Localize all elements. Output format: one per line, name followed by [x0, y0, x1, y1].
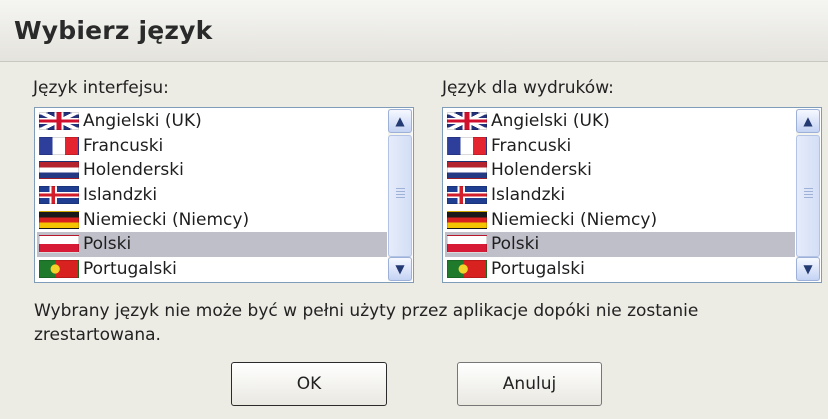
scroll-up-button[interactable]: ▲ [796, 109, 820, 133]
language-label: Niemiecki (Niemcy) [491, 209, 658, 230]
interface-language-listbox[interactable]: Angielski (UK) Francuski Holenderski Isl… [34, 107, 414, 283]
interface-language-item[interactable]: Islandzki [37, 183, 387, 208]
chevron-up-icon: ▲ [803, 114, 813, 128]
language-label: Portugalski [491, 258, 585, 279]
interface-language-item[interactable]: Angielski (UK) [37, 109, 387, 134]
interface-language-item[interactable]: Niemiecki (Niemcy) [37, 207, 387, 232]
chevron-up-icon: ▲ [395, 114, 405, 128]
print-language-item[interactable]: Holenderski [445, 158, 795, 183]
print-language-item[interactable]: Portugalski [445, 257, 795, 282]
flag-pt-icon [39, 259, 79, 278]
print-language-item-selected[interactable]: Polski [445, 231, 795, 257]
cancel-button[interactable]: Anuluj [457, 362, 602, 406]
print-language-label: Język dla wydruków: [442, 78, 614, 98]
language-label: Portugalski [83, 258, 177, 279]
scroll-thumb[interactable] [388, 135, 412, 257]
interface-language-items: Angielski (UK) Francuski Holenderski Isl… [37, 109, 387, 281]
interface-language-item[interactable]: Holenderski [37, 158, 387, 183]
language-label: Polski [491, 234, 540, 255]
flag-pl-icon [39, 235, 79, 254]
interface-language-label: Język interfejsu: [33, 78, 169, 98]
print-language-item[interactable]: Niemiecki (Niemcy) [445, 207, 795, 232]
flag-fr-icon [447, 136, 487, 155]
language-label: Francuski [491, 135, 572, 156]
flag-fr-icon [39, 136, 79, 155]
print-language-items: Angielski (UK) Francuski Holenderski Isl… [445, 109, 795, 281]
print-language-item[interactable]: Francuski [445, 134, 795, 159]
chevron-down-icon: ▼ [803, 262, 813, 276]
flag-is-icon [447, 186, 487, 205]
interface-language-item[interactable]: Francuski [37, 134, 387, 159]
flag-nl-icon [39, 161, 79, 180]
dialog-title: Wybierz język [14, 16, 213, 45]
language-label: Niemiecki (Niemcy) [83, 209, 250, 230]
language-label: Holenderski [83, 160, 184, 181]
interface-language-item[interactable]: Portugalski [37, 257, 387, 282]
restart-notice: Wybrany język nie może być w pełni użyty… [34, 301, 699, 345]
language-label: Francuski [83, 135, 164, 156]
scroll-thumb[interactable] [796, 135, 820, 257]
language-label: Islandzki [83, 185, 158, 206]
scroll-up-button[interactable]: ▲ [388, 109, 412, 133]
print-language-item[interactable]: Angielski (UK) [445, 109, 795, 134]
interface-language-item-selected[interactable]: Polski [37, 231, 387, 257]
flag-is-icon [39, 186, 79, 205]
grip-icon [804, 188, 813, 198]
interface-language-scrollbar[interactable]: ▲ ▼ [388, 109, 412, 281]
flag-de-icon [447, 210, 487, 229]
flag-uk-icon [39, 112, 79, 131]
dialog-titlebar: Wybierz język [0, 0, 828, 62]
ok-button[interactable]: OK [231, 362, 387, 406]
language-label: Polski [83, 234, 132, 255]
flag-pt-icon [447, 259, 487, 278]
flag-de-icon [39, 210, 79, 229]
language-label: Holenderski [491, 160, 592, 181]
language-label: Angielski (UK) [83, 111, 202, 132]
flag-nl-icon [447, 161, 487, 180]
chevron-down-icon: ▼ [395, 262, 405, 276]
scroll-down-button[interactable]: ▼ [796, 257, 820, 281]
grip-icon [396, 188, 405, 198]
print-language-scrollbar[interactable]: ▲ ▼ [796, 109, 820, 281]
flag-pl-icon [447, 235, 487, 254]
flag-uk-icon [447, 112, 487, 131]
print-language-listbox[interactable]: Angielski (UK) Francuski Holenderski Isl… [442, 107, 822, 283]
print-language-item[interactable]: Islandzki [445, 183, 795, 208]
language-label: Angielski (UK) [491, 111, 610, 132]
language-label: Islandzki [491, 185, 566, 206]
scroll-down-button[interactable]: ▼ [388, 257, 412, 281]
